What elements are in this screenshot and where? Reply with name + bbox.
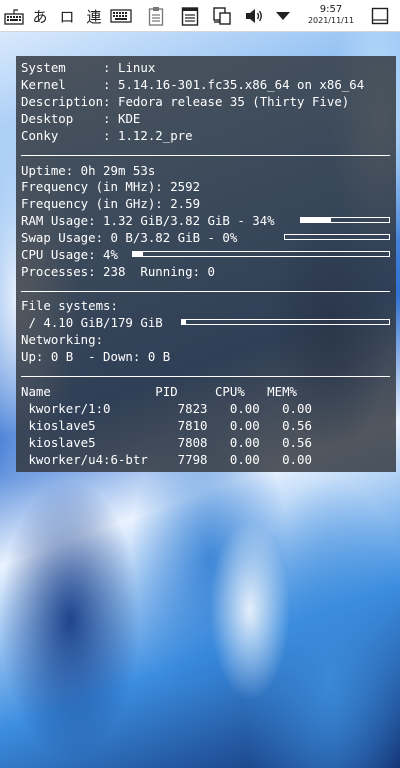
ram-usage-bar-fill xyxy=(301,218,331,222)
filesystem-root-text: / 4.10 GiB/179 GiB xyxy=(21,315,163,330)
network-icon[interactable] xyxy=(212,5,232,27)
divider xyxy=(21,291,390,292)
description-value: Fedora release 35 (Thirty Five) xyxy=(117,94,350,109)
clock-date: 2021/11/11 xyxy=(307,16,355,25)
process-table-header: Name PID CPU% MEM% xyxy=(21,384,298,399)
divider xyxy=(21,376,390,377)
ram-usage-text: RAM Usage: 1.32 GiB/3.82 GiB - 34% xyxy=(21,213,275,228)
conky-value: 1.12.2_pre xyxy=(117,128,193,143)
system-value: Linux xyxy=(117,60,156,75)
process-row: kworker/1:0 7823 0.00 0.00 xyxy=(21,401,312,416)
virtual-keyboard-icon[interactable] xyxy=(110,5,132,27)
cpu-usage-text: CPU Usage: 4% xyxy=(21,247,118,262)
divider xyxy=(21,155,390,156)
keyboard-layout-icon[interactable] xyxy=(4,5,24,27)
kernel-row: Kernel : 5.14.16-301.fc35.x86_64 on x86_… xyxy=(21,76,364,93)
show-desktop-icon[interactable] xyxy=(370,5,390,27)
input-hiragana-indicator[interactable]: あ xyxy=(31,5,49,27)
desktop-row: Desktop : KDE xyxy=(21,110,140,127)
process-row: kioslave5 7810 0.00 0.56 xyxy=(21,418,312,433)
cpu-usage-bar xyxy=(132,251,390,257)
frequency-ghz-text: Frequency (in GHz): 2.59 xyxy=(21,196,201,211)
description-key: Description: xyxy=(21,94,118,109)
filesystem-root-bar xyxy=(181,319,390,325)
networking-title: Networking: xyxy=(21,332,104,347)
swap-usage-bar xyxy=(284,234,390,240)
frequency-mhz-text: Frequency (in MHz): 2592 xyxy=(21,179,201,194)
filesystem-root-bar-fill xyxy=(182,320,187,324)
tray-expand-icon[interactable] xyxy=(275,5,291,27)
ram-usage-bar xyxy=(300,217,390,223)
swap-usage-text: Swap Usage: 0 B/3.82 GiB - 0% xyxy=(21,230,238,245)
clock-time: 9:57 xyxy=(319,4,343,15)
system-key: System : xyxy=(21,60,118,75)
cpu-usage-bar-fill xyxy=(133,252,144,256)
uptime-text: Uptime: 0h 29m 53s xyxy=(21,163,156,178)
desktop-key: Desktop : xyxy=(21,111,118,126)
process-row: kworker/u4:6-btr 7798 0.00 0.00 xyxy=(21,452,312,467)
kernel-value: 5.14.16-301.fc35.x86_64 on x86_64 xyxy=(117,77,365,92)
description-row: Description: Fedora release 35 (Thirty F… xyxy=(21,93,349,110)
process-row: kioslave5 7808 0.00 0.56 xyxy=(21,435,312,450)
conky-key: Conky : xyxy=(21,128,118,143)
conky-version-row: Conky : 1.12.2_pre xyxy=(21,127,193,144)
notes-icon[interactable] xyxy=(181,5,199,27)
networking-speed-text: Up: 0 B - Down: 0 B xyxy=(21,349,171,364)
conky-panel: System : Linux Kernel : 5.14.16-301.fc35… xyxy=(16,56,396,472)
volume-icon[interactable] xyxy=(244,5,264,27)
system-row: System : Linux xyxy=(21,59,155,76)
input-mode-indicator[interactable]: 連 xyxy=(84,5,104,27)
processes-text: Processes: 238 Running: 0 xyxy=(21,264,215,279)
taskbar: あ ロ 連 9:57 2021/11/11 xyxy=(0,0,400,32)
input-square-indicator[interactable]: ロ xyxy=(58,5,76,27)
desktop-value: KDE xyxy=(117,111,141,126)
kernel-key: Kernel : xyxy=(21,77,118,92)
clipboard-icon[interactable] xyxy=(148,5,164,27)
filesystems-title: File systems: xyxy=(21,298,118,313)
clock[interactable]: 9:57 2021/11/11 xyxy=(300,3,362,25)
